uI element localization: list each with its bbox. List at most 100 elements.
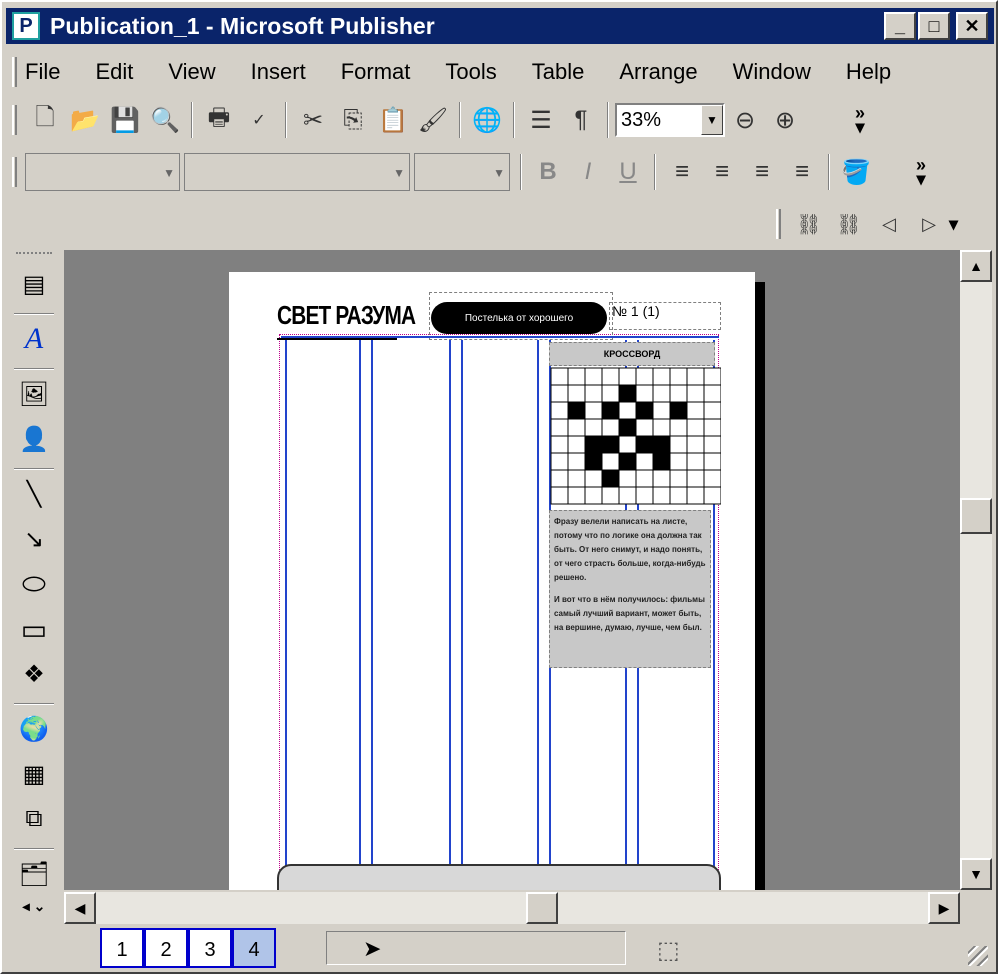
design-gallery-icon[interactable]: 🗂 [14, 854, 54, 894]
menu-edit[interactable]: Edit [95, 59, 133, 85]
workspace[interactable]: СВЕТ РАЗУМА Постелька от хорошего № 1 (1… [64, 250, 960, 890]
toolbar-options-icon[interactable]: » ▾ [916, 156, 926, 188]
vertical-scrollbar[interactable]: ▲ ▼ [960, 250, 992, 890]
footer-shape[interactable] [277, 864, 721, 890]
crossword-cell [584, 384, 603, 403]
align-center-icon[interactable]: ≡ [702, 152, 742, 192]
html-fragment-icon[interactable]: ⧉ [14, 799, 54, 839]
oval-tool-icon[interactable]: ⬭ [14, 564, 54, 604]
toolbar-options-icon[interactable]: » ▾ [855, 104, 865, 136]
scroll-left-icon[interactable]: ◀ [64, 892, 96, 924]
open-icon[interactable]: 📂 [65, 100, 105, 140]
vertical-scroll-thumb[interactable] [960, 498, 992, 534]
rectangle-tool-icon[interactable]: ▭ [14, 609, 54, 649]
save-icon[interactable]: 💾 [105, 100, 145, 140]
minimize-button[interactable]: _ [884, 12, 916, 40]
toolbar-options-icon[interactable]: ◂ ⌄ [23, 899, 46, 913]
font-size-dropdown[interactable]: ▼ [414, 153, 510, 191]
style-dropdown[interactable]: ▼ [25, 153, 180, 191]
toolbar-grip[interactable] [12, 157, 17, 187]
crossword-cell [686, 367, 705, 386]
horizontal-scroll-thumb[interactable] [526, 892, 558, 924]
publication-page[interactable]: СВЕТ РАЗУМА Постелька от хорошего № 1 (1… [229, 272, 755, 890]
format-painter-icon[interactable]: 🖌 [413, 100, 453, 140]
crossword-heading[interactable]: КРОССВОРД [549, 342, 715, 366]
maximize-button[interactable]: □ [918, 12, 950, 40]
menu-window[interactable]: Window [733, 59, 811, 85]
page-tab-2[interactable]: 2 [144, 928, 188, 968]
masthead-title[interactable]: СВЕТ РАЗУМА [277, 300, 416, 340]
crossword-cell [635, 401, 654, 420]
zoom-dropdown[interactable]: 33% ▼ [615, 103, 725, 137]
article-text-frame[interactable]: Фразу велели написать на листе, потому ч… [549, 510, 711, 668]
zoom-in-icon[interactable]: ⊕ [765, 100, 805, 140]
page-tab-4[interactable]: 4 [232, 928, 276, 968]
page-tab-3[interactable]: 3 [188, 928, 232, 968]
font-dropdown[interactable]: ▼ [184, 153, 410, 191]
justify-icon[interactable]: ≡ [782, 152, 822, 192]
show-special-chars-icon[interactable]: ¶ [561, 100, 601, 140]
title-bar[interactable]: P Publication_1 - Microsoft Publisher _ … [6, 8, 994, 44]
line-tool-icon[interactable]: ╲ [14, 474, 54, 514]
crossword-cell [550, 469, 569, 488]
menu-view[interactable]: View [168, 59, 215, 85]
spelling-icon[interactable]: ✓ [239, 100, 279, 140]
menu-grip[interactable] [12, 57, 17, 87]
next-frame-icon[interactable]: ▷ [909, 204, 949, 244]
align-left-icon[interactable]: ≡ [662, 152, 702, 192]
web-preview-icon[interactable]: 🌐 [467, 100, 507, 140]
page-tab-1[interactable]: 1 [100, 928, 144, 968]
form-control-icon[interactable]: ▦ [14, 754, 54, 794]
link-icon[interactable]: ⛓ [789, 204, 829, 244]
crossword-cell [635, 367, 654, 386]
chevron-down-icon[interactable]: ▼ [701, 105, 723, 135]
menu-insert[interactable]: Insert [251, 59, 306, 85]
toolbar-grip[interactable] [16, 252, 52, 256]
print-preview-icon[interactable]: 🔍 [145, 100, 185, 140]
crossword-cell [550, 435, 569, 454]
bold-icon[interactable]: B [528, 152, 568, 192]
chevron-down-icon[interactable]: ▾ [949, 215, 958, 233]
menu-file[interactable]: File [25, 59, 60, 85]
publisher-icon[interactable]: P [12, 12, 40, 40]
menu-help[interactable]: Help [846, 59, 891, 85]
toolbar-grip[interactable] [776, 209, 781, 239]
previous-frame-icon[interactable]: ◁ [869, 204, 909, 244]
close-button[interactable]: ✕ [956, 12, 988, 40]
cut-icon[interactable]: ✂ [293, 100, 333, 140]
scroll-right-icon[interactable]: ▶ [928, 892, 960, 924]
zoom-out-icon[interactable]: ⊖ [725, 100, 765, 140]
scroll-up-icon[interactable]: ▲ [960, 250, 992, 282]
menu-tools[interactable]: Tools [445, 59, 496, 85]
print-icon[interactable]: 🖶 [199, 100, 239, 140]
picture-frame-icon[interactable]: 🖼 [14, 374, 54, 414]
italic-icon[interactable]: I [568, 152, 608, 192]
underline-icon[interactable]: U [608, 152, 648, 192]
unlink-icon[interactable]: ⛓ [829, 204, 869, 244]
scroll-down-icon[interactable]: ▼ [960, 858, 992, 890]
new-icon[interactable]: 🗋 [25, 100, 65, 140]
autoshapes-icon[interactable]: ❖ [14, 654, 54, 694]
menu-table[interactable]: Table [532, 59, 585, 85]
menu-arrange[interactable]: Arrange [619, 59, 697, 85]
clip-art-icon[interactable]: 👤 [14, 419, 54, 459]
align-right-icon[interactable]: ≡ [742, 152, 782, 192]
tagline-banner[interactable]: Постелька от хорошего [431, 302, 607, 334]
hot-spot-icon[interactable]: 🌍 [14, 709, 54, 749]
arrow-tool-icon[interactable]: ↘ [14, 519, 54, 559]
horizontal-scrollbar[interactable]: ◀ ▶ [64, 892, 960, 924]
crossword-cell [652, 452, 671, 471]
text-box-icon[interactable]: A [14, 319, 54, 359]
copy-icon[interactable]: ⎘ [333, 100, 373, 140]
crossword-cell [567, 384, 586, 403]
fill-color-icon[interactable]: 🪣 [836, 152, 876, 192]
pointer-tool-icon[interactable]: ▤ [14, 264, 54, 304]
crossword-cell [618, 384, 637, 403]
issue-number[interactable]: № 1 (1) [609, 302, 721, 330]
resize-grip-icon[interactable] [968, 946, 988, 966]
crossword-grid[interactable] [549, 366, 721, 506]
toolbar-grip[interactable] [12, 105, 17, 135]
paste-icon[interactable]: 📋 [373, 100, 413, 140]
columns-icon[interactable]: ☰ [521, 100, 561, 140]
menu-format[interactable]: Format [341, 59, 411, 85]
